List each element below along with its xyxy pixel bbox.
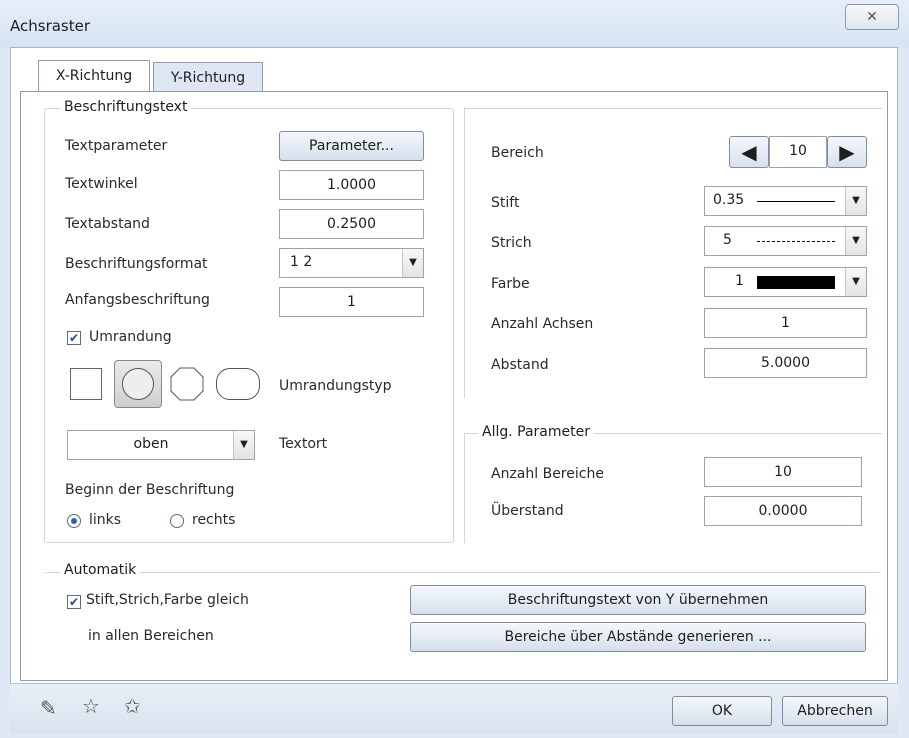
abstand-label: Abstand — [491, 357, 549, 373]
textort-dropdown[interactable]: oben ▼ — [67, 430, 255, 460]
title-bar — [0, 0, 909, 48]
bereich-prev-button[interactable]: ◀ — [729, 136, 769, 168]
ok-button[interactable]: OK — [672, 696, 772, 726]
cancel-button[interactable]: Abbrechen — [782, 696, 888, 726]
strich-dropdown[interactable]: 5 ▼ — [704, 226, 867, 256]
eyedropper-icon[interactable]: ✎ — [40, 696, 57, 720]
chevron-down-icon: ▼ — [402, 249, 423, 277]
textort-value: oben — [133, 436, 169, 452]
tab-x-richtung[interactable]: X-Richtung — [38, 60, 150, 95]
close-button[interactable]: ✕ — [845, 4, 899, 30]
tab-y-richtung[interactable]: Y-Richtung — [153, 62, 263, 94]
strich-value: 5 — [723, 232, 732, 248]
arrow-right-icon: ▶ — [839, 140, 855, 164]
stift-label: Stift — [491, 195, 520, 211]
beschriftungstext-legend: Beschriftungstext — [60, 99, 192, 115]
textabstand-field[interactable]: 0.2500 — [279, 209, 424, 239]
radio-links-label: links — [89, 512, 122, 528]
line-style-sample — [757, 241, 835, 242]
umrandung-label: Umrandung — [89, 329, 172, 345]
arrow-left-icon: ◀ — [741, 140, 757, 164]
beschriftungsformat-dropdown[interactable]: 1 2 ▼ — [279, 248, 424, 278]
pen-line-sample — [757, 201, 835, 202]
folder-star-icon[interactable]: ☆ — [82, 694, 100, 718]
border-square-icon[interactable] — [70, 368, 102, 400]
bereich-field[interactable]: 10 — [769, 136, 827, 168]
textabstand-label: Textabstand — [65, 216, 150, 232]
chevron-down-icon: ▼ — [845, 268, 866, 296]
anfangsbeschriftung-label: Anfangsbeschriftung — [65, 292, 210, 308]
stift-strich-farbe-label: Stift,Strich,Farbe gleich — [86, 592, 249, 608]
allg-parameter-group — [464, 433, 882, 543]
farbe-label: Farbe — [491, 276, 530, 292]
textwinkel-field[interactable]: 1.0000 — [279, 170, 424, 200]
beschriftungsformat-label: Beschriftungsformat — [65, 256, 208, 272]
bereich-next-button[interactable]: ▶ — [827, 136, 867, 168]
anzahl-achsen-label: Anzahl Achsen — [491, 316, 594, 332]
farbe-dropdown[interactable]: 1 ▼ — [704, 267, 867, 297]
ueberstand-field[interactable]: 0.0000 — [704, 496, 862, 526]
chevron-down-icon: ▼ — [845, 227, 866, 255]
stift-strich-farbe-checkbox[interactable]: ✔ — [67, 595, 81, 609]
anfangsbeschriftung-field[interactable]: 1 — [279, 287, 424, 317]
beginn-label: Beginn der Beschriftung — [65, 482, 235, 498]
automatik-legend: Automatik — [60, 562, 141, 578]
save-favorite-icon[interactable]: ✩ — [124, 694, 141, 718]
anzahl-bereiche-label: Anzahl Bereiche — [491, 466, 604, 482]
beschriftungsformat-value: 1 2 — [290, 254, 313, 270]
radio-rechts-label: rechts — [192, 512, 236, 528]
allg-parameter-legend: Allg. Parameter — [478, 424, 594, 440]
ueberstand-label: Überstand — [491, 503, 564, 519]
close-icon: ✕ — [866, 9, 878, 25]
window-title: Achsraster — [10, 17, 91, 35]
border-rounded-icon[interactable] — [216, 368, 260, 400]
chevron-down-icon: ▼ — [233, 431, 254, 459]
strich-label: Strich — [491, 235, 532, 251]
umrandungstyp-label: Umrandungstyp — [279, 378, 392, 394]
border-octagon-icon[interactable] — [170, 367, 204, 401]
parameter-button[interactable]: Parameter... — [279, 131, 424, 161]
radio-rechts[interactable] — [170, 514, 184, 528]
uebernehmen-button[interactable]: Beschriftungstext von Y übernehmen — [410, 585, 866, 615]
abstand-field[interactable]: 5.0000 — [704, 348, 867, 378]
stift-dropdown[interactable]: 0.35 ▼ — [704, 186, 867, 216]
chevron-down-icon: ▼ — [845, 187, 866, 215]
border-circle-icon — [122, 368, 154, 400]
farbe-value: 1 — [735, 273, 744, 289]
textwinkel-label: Textwinkel — [65, 176, 138, 192]
umrandung-checkbox[interactable]: ✔ — [67, 331, 81, 345]
stift-value: 0.35 — [713, 192, 745, 208]
textparameter-label: Textparameter — [65, 138, 168, 154]
in-allen-bereichen-label: in allen Bereichen — [88, 628, 214, 644]
bereich-label: Bereich — [491, 145, 544, 161]
anzahl-bereiche-field[interactable]: 10 — [704, 457, 862, 487]
generieren-button[interactable]: Bereiche über Abstände generieren ... — [410, 622, 866, 652]
textort-label: Textort — [279, 436, 328, 452]
color-swatch — [757, 276, 835, 289]
radio-links[interactable] — [67, 514, 81, 528]
anzahl-achsen-field[interactable]: 1 — [704, 308, 867, 338]
border-circle-option[interactable] — [114, 360, 162, 408]
